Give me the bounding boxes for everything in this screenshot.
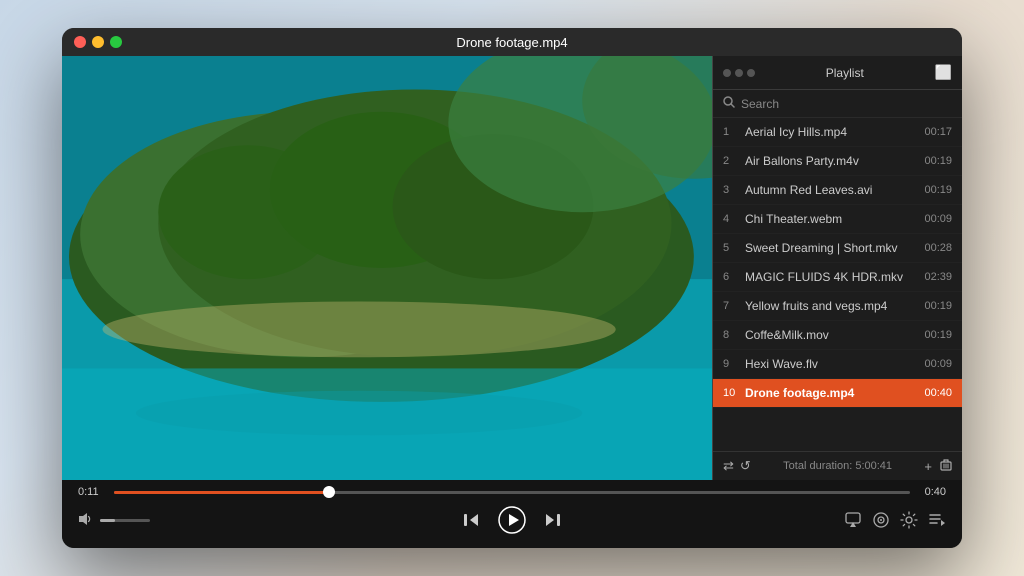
playlist-item[interactable]: 1 Aerial Icy Hills.mp4 00:17: [713, 118, 962, 147]
item-number: 7: [723, 300, 739, 312]
footer-actions: +: [924, 459, 952, 474]
delete-icon[interactable]: [940, 459, 952, 474]
expand-icon[interactable]: ⬜: [935, 64, 952, 81]
traffic-lights: [74, 36, 122, 48]
player-window: Drone footage.mp4: [62, 28, 962, 548]
playlist-item[interactable]: 3 Autumn Red Leaves.avi 00:19: [713, 176, 962, 205]
item-number: 2: [723, 155, 739, 167]
next-button[interactable]: [544, 511, 562, 529]
item-duration: 00:17: [924, 126, 952, 138]
item-name: Drone footage.mp4: [745, 386, 918, 400]
repeat-icon[interactable]: ↺: [740, 458, 751, 474]
total-time: 0:40: [918, 486, 946, 498]
video-area: [62, 56, 712, 480]
item-duration: 02:39: [924, 271, 952, 283]
volume-fill: [100, 519, 115, 522]
item-name: Autumn Red Leaves.avi: [745, 183, 918, 197]
add-icon[interactable]: +: [924, 459, 932, 474]
item-number: 5: [723, 242, 739, 254]
item-duration: 00:40: [924, 387, 952, 399]
playlist-item[interactable]: 7 Yellow fruits and vegs.mp4 00:19: [713, 292, 962, 321]
item-number: 6: [723, 271, 739, 283]
search-input[interactable]: [741, 97, 952, 111]
playlist-items: 1 Aerial Icy Hills.mp4 00:17 2 Air Ballo…: [713, 118, 962, 451]
item-number: 9: [723, 358, 739, 370]
item-name: Yellow fruits and vegs.mp4: [745, 299, 918, 313]
progress-thumb[interactable]: [323, 486, 335, 498]
item-duration: 00:19: [924, 300, 952, 312]
center-controls: [462, 504, 562, 536]
playlist-dots: [723, 69, 755, 77]
playlist-panel: Playlist ⬜ 1 Aerial Icy Hills.mp4 00:17: [712, 56, 962, 480]
item-name: MAGIC FLUIDS 4K HDR.mkv: [745, 270, 918, 284]
playlist-footer: ⇄ ↺ Total duration: 5:00:41 +: [713, 451, 962, 480]
minimize-button[interactable]: [92, 36, 104, 48]
playlist-title: Playlist: [826, 66, 864, 80]
main-area: Playlist ⬜ 1 Aerial Icy Hills.mp4 00:17: [62, 56, 962, 480]
item-duration: 00:09: [924, 358, 952, 370]
shuffle-icon[interactable]: ⇄: [723, 458, 734, 474]
progress-fill: [114, 491, 329, 494]
right-controls: [826, 511, 946, 529]
controls-row: [78, 504, 946, 536]
settings-icon[interactable]: [900, 511, 918, 529]
playlist-item[interactable]: 10 Drone footage.mp4 00:40: [713, 379, 962, 408]
controls-bar: 0:11 0:40: [62, 480, 962, 548]
total-duration: Total duration: 5:00:41: [757, 460, 919, 472]
playlist-item[interactable]: 9 Hexi Wave.flv 00:09: [713, 350, 962, 379]
volume-icon[interactable]: [78, 511, 94, 530]
item-name: Sweet Dreaming | Short.mkv: [745, 241, 918, 255]
item-duration: 00:09: [924, 213, 952, 225]
dot-1: [723, 69, 731, 77]
item-number: 3: [723, 184, 739, 196]
dot-3: [747, 69, 755, 77]
video-background: [62, 56, 712, 480]
maximize-button[interactable]: [110, 36, 122, 48]
airplay-icon[interactable]: [844, 511, 862, 529]
item-number: 1: [723, 126, 739, 138]
current-time: 0:11: [78, 486, 106, 498]
volume-track[interactable]: [100, 519, 150, 522]
search-icon: [723, 96, 735, 111]
item-name: Aerial Icy Hills.mp4: [745, 125, 918, 139]
playlist-item[interactable]: 4 Chi Theater.webm 00:09: [713, 205, 962, 234]
playlist-item[interactable]: 8 Coffe&Milk.mov 00:19: [713, 321, 962, 350]
playlist-item[interactable]: 6 MAGIC FLUIDS 4K HDR.mkv 02:39: [713, 263, 962, 292]
window-title: Drone footage.mp4: [456, 35, 567, 50]
item-name: Coffe&Milk.mov: [745, 328, 918, 342]
title-bar: Drone footage.mp4: [62, 28, 962, 56]
item-duration: 00:19: [924, 329, 952, 341]
dot-2: [735, 69, 743, 77]
item-duration: 00:28: [924, 242, 952, 254]
progress-track[interactable]: [114, 491, 910, 494]
previous-button[interactable]: [462, 511, 480, 529]
item-name: Chi Theater.webm: [745, 212, 918, 226]
close-button[interactable]: [74, 36, 86, 48]
audio-icon[interactable]: [872, 511, 890, 529]
left-controls: [78, 511, 198, 530]
item-duration: 00:19: [924, 155, 952, 167]
play-button[interactable]: [496, 504, 528, 536]
playlist-icon[interactable]: [928, 511, 946, 529]
playlist-item[interactable]: 2 Air Ballons Party.m4v 00:19: [713, 147, 962, 176]
playlist-header: Playlist ⬜: [713, 56, 962, 90]
item-number: 8: [723, 329, 739, 341]
search-bar: [713, 90, 962, 118]
item-name: Hexi Wave.flv: [745, 357, 918, 371]
item-duration: 00:19: [924, 184, 952, 196]
progress-section: 0:11 0:40: [78, 486, 946, 498]
item-number: 10: [723, 387, 739, 399]
playlist-item[interactable]: 5 Sweet Dreaming | Short.mkv 00:28: [713, 234, 962, 263]
item-name: Air Ballons Party.m4v: [745, 154, 918, 168]
item-number: 4: [723, 213, 739, 225]
